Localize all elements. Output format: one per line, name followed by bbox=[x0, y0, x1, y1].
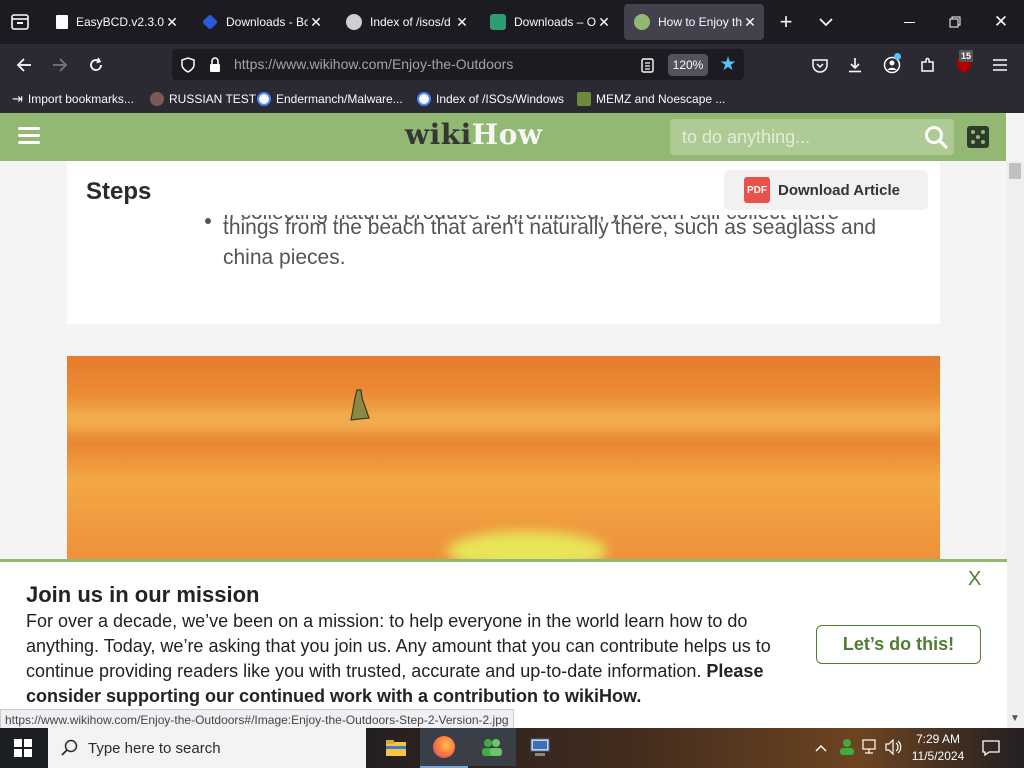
forward-arrow-icon[interactable] bbox=[46, 52, 74, 78]
firefox-taskbar-icon[interactable] bbox=[420, 728, 468, 768]
close-tab-icon[interactable]: ✕ bbox=[308, 14, 324, 31]
firefox-logo-icon bbox=[433, 736, 455, 758]
file-explorer-icon[interactable] bbox=[372, 728, 420, 768]
bullet bbox=[205, 218, 211, 224]
zoom-level-button[interactable]: 120% bbox=[668, 54, 708, 76]
pocket-icon[interactable] bbox=[808, 53, 832, 77]
notification-dot bbox=[894, 53, 901, 60]
close-window-icon[interactable]: ✕ bbox=[984, 8, 1018, 36]
hamburger-menu-icon[interactable] bbox=[18, 127, 40, 145]
restore-icon[interactable] bbox=[938, 8, 972, 36]
wikihow-logo[interactable]: wikiHow bbox=[405, 118, 543, 151]
bookmark-endermanch[interactable]: Endermanch/Malware... bbox=[257, 90, 403, 108]
scroll-down-arrow-icon[interactable]: ▼ bbox=[1010, 713, 1022, 725]
new-tab-icon[interactable]: + bbox=[772, 9, 800, 34]
bookmark-index-isos[interactable]: Index of /ISOs/Windows bbox=[417, 90, 564, 108]
users-app-icon[interactable] bbox=[468, 728, 516, 766]
shield-icon[interactable] bbox=[178, 55, 198, 75]
step-text: things from the beach that aren't natura… bbox=[223, 216, 877, 269]
reload-icon[interactable] bbox=[82, 52, 110, 78]
search-icon bbox=[61, 739, 78, 756]
menu-hamburger-icon[interactable] bbox=[988, 53, 1012, 77]
site-logo-icon bbox=[490, 14, 506, 30]
search-icon[interactable] bbox=[924, 125, 948, 149]
volume-icon[interactable] bbox=[885, 738, 903, 756]
random-dice-icon[interactable] bbox=[967, 126, 989, 148]
pdf-icon: PDF bbox=[744, 177, 770, 203]
wikihow-favicon-icon bbox=[634, 14, 650, 30]
search-input[interactable]: to do anything... bbox=[682, 127, 810, 148]
minimize-icon[interactable] bbox=[892, 8, 926, 36]
tab-downloads-or[interactable]: Downloads – Or ✕ bbox=[480, 4, 618, 40]
diamond-icon bbox=[202, 14, 218, 30]
google-icon bbox=[257, 92, 271, 106]
archive-icon bbox=[346, 14, 362, 30]
reader-view-icon[interactable] bbox=[637, 55, 657, 75]
close-tab-icon[interactable]: ✕ bbox=[742, 14, 758, 31]
tab-index-isos[interactable]: Index of /isos/d ✕ bbox=[336, 4, 476, 40]
import-icon: ⇥ bbox=[12, 91, 23, 106]
close-tab-icon[interactable]: ✕ bbox=[454, 14, 470, 31]
steps-heading: Steps bbox=[86, 178, 152, 205]
tab-downloads-bo[interactable]: Downloads - Bo ✕ bbox=[192, 4, 330, 40]
list-tabs-chevron-icon[interactable] bbox=[812, 10, 840, 34]
tab-wikihow-active[interactable]: How to Enjoy th ✕ bbox=[624, 4, 764, 40]
lock-icon[interactable] bbox=[205, 55, 225, 75]
network-icon[interactable] bbox=[862, 739, 880, 755]
banner-body: For over a decade, we’ve been on a missi… bbox=[26, 611, 771, 706]
tab-easybcd[interactable]: EasyBCD.v2.3.0.2 ✕ bbox=[46, 4, 186, 40]
back-arrow-icon[interactable] bbox=[10, 52, 38, 78]
downloads-icon[interactable] bbox=[843, 53, 867, 77]
extensions-puzzle-icon[interactable] bbox=[916, 53, 940, 77]
windows-start-icon[interactable] bbox=[14, 739, 32, 757]
extension-badge: 15 bbox=[959, 50, 974, 62]
firefox-view-icon[interactable] bbox=[6, 10, 34, 34]
page-scrollbar[interactable] bbox=[1006, 161, 1024, 728]
taskbar-clock[interactable]: 7:29 AM 11/5/2024 bbox=[905, 731, 971, 765]
tray-user-icon[interactable] bbox=[838, 738, 856, 756]
bookmark-memz[interactable]: MEMZ and Noescape ... bbox=[577, 90, 725, 108]
url-text[interactable]: https://www.wikihow.com/Enjoy-the-Outdoo… bbox=[234, 56, 513, 72]
lets-do-this-button[interactable]: Let’s do this! bbox=[816, 625, 981, 664]
step-illustration-image[interactable] bbox=[67, 356, 940, 566]
download-article-button[interactable]: PDF Download Article bbox=[724, 170, 928, 210]
close-tab-icon[interactable]: ✕ bbox=[164, 14, 180, 31]
status-link-preview: https://www.wikihow.com/Enjoy-the-Outdoo… bbox=[0, 709, 514, 730]
close-tab-icon[interactable]: ✕ bbox=[596, 14, 612, 31]
bookmark-import[interactable]: ⇥ Import bookmarks... bbox=[12, 90, 134, 108]
tray-overflow-chevron-icon[interactable] bbox=[815, 740, 827, 755]
notifications-icon[interactable] bbox=[982, 739, 1000, 757]
bookmark-russian-test[interactable]: RUSSIAN TEST bbox=[150, 90, 256, 108]
bookmark-star-icon[interactable]: ★ bbox=[717, 53, 739, 75]
bottle-illustration bbox=[350, 389, 370, 421]
github-icon bbox=[150, 92, 164, 106]
banner-title: Join us in our mission bbox=[26, 582, 260, 607]
document-icon bbox=[56, 15, 68, 29]
image-icon bbox=[577, 92, 591, 106]
banner-close-button[interactable]: X bbox=[968, 568, 981, 591]
computer-app-icon[interactable] bbox=[516, 728, 564, 768]
google-icon bbox=[417, 92, 431, 106]
taskbar-search-box[interactable]: Type here to search bbox=[48, 728, 366, 768]
